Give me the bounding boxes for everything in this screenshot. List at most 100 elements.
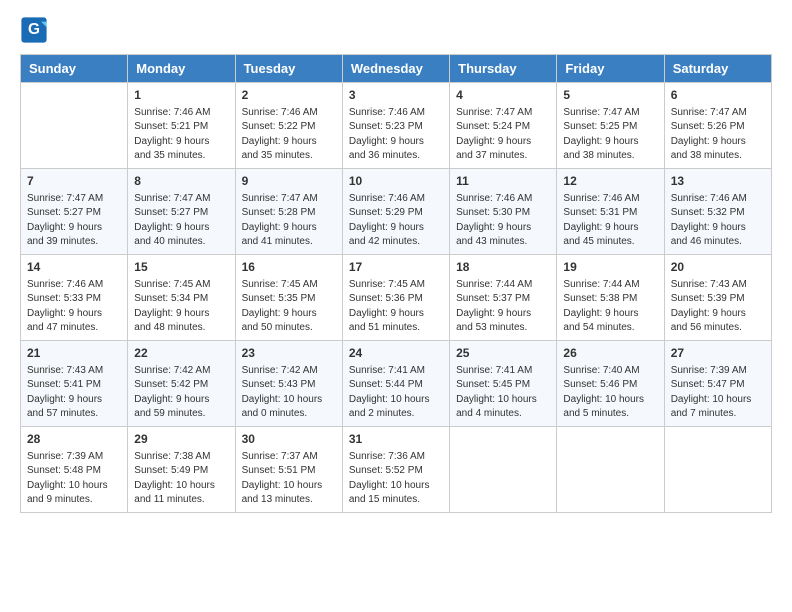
calendar-cell: 21Sunrise: 7:43 AMSunset: 5:41 PMDayligh…: [21, 341, 128, 427]
calendar-cell: [557, 427, 664, 513]
header-sunday: Sunday: [21, 55, 128, 83]
day-info: Sunrise: 7:36 AMSunset: 5:52 PMDaylight:…: [349, 450, 443, 508]
week-row-3: 14 Sunrise: 7:46 AMSunset: 5:33 PMDayligh…: [21, 255, 772, 341]
day-number: 19: [563, 259, 657, 276]
calendar-cell: 31Sunrise: 7:36 AMSunset: 5:52 PMDayligh…: [342, 427, 449, 513]
day-info: Sunrise: 7:46 AMSunset: 5:33 PMDaylight:…: [27, 278, 121, 336]
day-number: 23: [242, 345, 336, 362]
calendar-cell: 22 Sunrise: 7:42 AMSunset: 5:42 PMDayligh…: [128, 341, 235, 427]
calendar-cell: 26 Sunrise: 7:40 AMSunset: 5:46 PMDayligh…: [557, 341, 664, 427]
day-info: Sunrise: 7:45 AMSunset: 5:34 PMDaylight:…: [134, 278, 228, 336]
calendar-cell: 17Sunrise: 7:45 AMSunset: 5:36 PMDayligh…: [342, 255, 449, 341]
calendar-cell: 13Sunrise: 7:46 AMSunset: 5:32 PMDayligh…: [664, 169, 771, 255]
logo-icon: G: [20, 16, 48, 44]
day-number: 26: [563, 345, 657, 362]
day-info: Sunrise: 7:40 AMSunset: 5:46 PMDaylight:…: [563, 364, 657, 422]
calendar-cell: 9Sunrise: 7:47 AMSunset: 5:28 PMDaylight…: [235, 169, 342, 255]
calendar-cell: 6 Sunrise: 7:47 AMSunset: 5:26 PMDaylight…: [664, 83, 771, 169]
header-thursday: Thursday: [450, 55, 557, 83]
day-info: Sunrise: 7:44 AMSunset: 5:37 PMDaylight:…: [456, 278, 550, 336]
calendar-cell: 10Sunrise: 7:46 AMSunset: 5:29 PMDayligh…: [342, 169, 449, 255]
day-info: Sunrise: 7:39 AMSunset: 5:47 PMDaylight:…: [671, 364, 765, 422]
calendar-cell: 1Sunrise: 7:46 AMSunset: 5:21 PMDaylight…: [128, 83, 235, 169]
day-number: 25: [456, 345, 550, 362]
day-info: Sunrise: 7:45 AMSunset: 5:36 PMDaylight:…: [349, 278, 443, 336]
calendar-cell: 24 Sunrise: 7:41 AMSunset: 5:44 PMDayligh…: [342, 341, 449, 427]
day-info: Sunrise: 7:47 AMSunset: 5:28 PMDaylight:…: [242, 192, 336, 250]
week-row-1: 1Sunrise: 7:46 AMSunset: 5:21 PMDaylight…: [21, 83, 772, 169]
calendar-cell: 19 Sunrise: 7:44 AMSunset: 5:38 PMDayligh…: [557, 255, 664, 341]
calendar-cell: [664, 427, 771, 513]
header-wednesday: Wednesday: [342, 55, 449, 83]
calendar-cell: [21, 83, 128, 169]
day-info: Sunrise: 7:39 AMSunset: 5:48 PMDaylight:…: [27, 450, 121, 508]
day-info: Sunrise: 7:47 AMSunset: 5:26 PMDaylight:…: [671, 106, 765, 164]
calendar-cell: 15 Sunrise: 7:45 AMSunset: 5:34 PMDayligh…: [128, 255, 235, 341]
day-number: 11: [456, 173, 550, 190]
day-info: Sunrise: 7:37 AMSunset: 5:51 PMDaylight:…: [242, 450, 336, 508]
day-info: Sunrise: 7:44 AMSunset: 5:38 PMDaylight:…: [563, 278, 657, 336]
calendar-cell: 25 Sunrise: 7:41 AMSunset: 5:45 PMDayligh…: [450, 341, 557, 427]
header-friday: Friday: [557, 55, 664, 83]
day-info: Sunrise: 7:43 AMSunset: 5:39 PMDaylight:…: [671, 278, 765, 336]
calendar-cell: 27 Sunrise: 7:39 AMSunset: 5:47 PMDayligh…: [664, 341, 771, 427]
day-number: 28: [27, 431, 121, 448]
calendar-body: 1Sunrise: 7:46 AMSunset: 5:21 PMDaylight…: [21, 83, 772, 513]
day-info: Sunrise: 7:43 AMSunset: 5:41 PMDaylight:…: [27, 364, 121, 422]
day-number: 15: [134, 259, 228, 276]
day-number: 2: [242, 87, 336, 104]
header-monday: Monday: [128, 55, 235, 83]
day-info: Sunrise: 7:46 AMSunset: 5:23 PMDaylight:…: [349, 106, 443, 164]
day-info: Sunrise: 7:47 AMSunset: 5:27 PMDaylight:…: [27, 192, 121, 250]
day-number: 4: [456, 87, 550, 104]
day-info: Sunrise: 7:42 AMSunset: 5:43 PMDaylight:…: [242, 364, 336, 422]
logo: G: [20, 16, 52, 44]
day-number: 16: [242, 259, 336, 276]
day-info: Sunrise: 7:38 AMSunset: 5:49 PMDaylight:…: [134, 450, 228, 508]
day-number: 29: [134, 431, 228, 448]
day-number: 24: [349, 345, 443, 362]
calendar-cell: 14 Sunrise: 7:46 AMSunset: 5:33 PMDayligh…: [21, 255, 128, 341]
day-info: Sunrise: 7:46 AMSunset: 5:22 PMDaylight:…: [242, 106, 336, 164]
calendar-cell: 18 Sunrise: 7:44 AMSunset: 5:37 PMDayligh…: [450, 255, 557, 341]
day-number: 5: [563, 87, 657, 104]
day-info: Sunrise: 7:46 AMSunset: 5:21 PMDaylight:…: [134, 106, 228, 164]
calendar-cell: [450, 427, 557, 513]
day-info: Sunrise: 7:46 AMSunset: 5:31 PMDaylight:…: [563, 192, 657, 250]
day-info: Sunrise: 7:47 AMSunset: 5:25 PMDaylight:…: [563, 106, 657, 164]
day-number: 6: [671, 87, 765, 104]
calendar-cell: 7 Sunrise: 7:47 AMSunset: 5:27 PMDaylight…: [21, 169, 128, 255]
calendar-cell: 12Sunrise: 7:46 AMSunset: 5:31 PMDayligh…: [557, 169, 664, 255]
day-info: Sunrise: 7:45 AMSunset: 5:35 PMDaylight:…: [242, 278, 336, 336]
day-number: 22: [134, 345, 228, 362]
header: G: [20, 16, 772, 44]
day-number: 14: [27, 259, 121, 276]
calendar-cell: 23 Sunrise: 7:42 AMSunset: 5:43 PMDayligh…: [235, 341, 342, 427]
day-info: Sunrise: 7:41 AMSunset: 5:44 PMDaylight:…: [349, 364, 443, 422]
calendar-cell: 8Sunrise: 7:47 AMSunset: 5:27 PMDaylight…: [128, 169, 235, 255]
day-info: Sunrise: 7:46 AMSunset: 5:29 PMDaylight:…: [349, 192, 443, 250]
day-info: Sunrise: 7:41 AMSunset: 5:45 PMDaylight:…: [456, 364, 550, 422]
calendar-cell: 3 Sunrise: 7:46 AMSunset: 5:23 PMDaylight…: [342, 83, 449, 169]
header-row: SundayMondayTuesdayWednesdayThursdayFrid…: [21, 55, 772, 83]
calendar-header: SundayMondayTuesdayWednesdayThursdayFrid…: [21, 55, 772, 83]
calendar-cell: 11Sunrise: 7:46 AMSunset: 5:30 PMDayligh…: [450, 169, 557, 255]
day-info: Sunrise: 7:42 AMSunset: 5:42 PMDaylight:…: [134, 364, 228, 422]
day-number: 18: [456, 259, 550, 276]
calendar-cell: 28 Sunrise: 7:39 AMSunset: 5:48 PMDayligh…: [21, 427, 128, 513]
day-number: 27: [671, 345, 765, 362]
svg-text:G: G: [28, 21, 40, 38]
day-number: 20: [671, 259, 765, 276]
week-row-5: 28 Sunrise: 7:39 AMSunset: 5:48 PMDayligh…: [21, 427, 772, 513]
day-number: 7: [27, 173, 121, 190]
calendar-cell: 4Sunrise: 7:47 AMSunset: 5:24 PMDaylight…: [450, 83, 557, 169]
week-row-2: 7 Sunrise: 7:47 AMSunset: 5:27 PMDaylight…: [21, 169, 772, 255]
calendar-cell: 30Sunrise: 7:37 AMSunset: 5:51 PMDayligh…: [235, 427, 342, 513]
calendar-cell: 20 Sunrise: 7:43 AMSunset: 5:39 PMDayligh…: [664, 255, 771, 341]
calendar-table: SundayMondayTuesdayWednesdayThursdayFrid…: [20, 54, 772, 513]
day-info: Sunrise: 7:46 AMSunset: 5:32 PMDaylight:…: [671, 192, 765, 250]
day-number: 3: [349, 87, 443, 104]
week-row-4: 21Sunrise: 7:43 AMSunset: 5:41 PMDayligh…: [21, 341, 772, 427]
page: G SundayMondayTuesdayWednesdayThursdayFr…: [0, 0, 792, 612]
calendar-cell: 2 Sunrise: 7:46 AMSunset: 5:22 PMDaylight…: [235, 83, 342, 169]
